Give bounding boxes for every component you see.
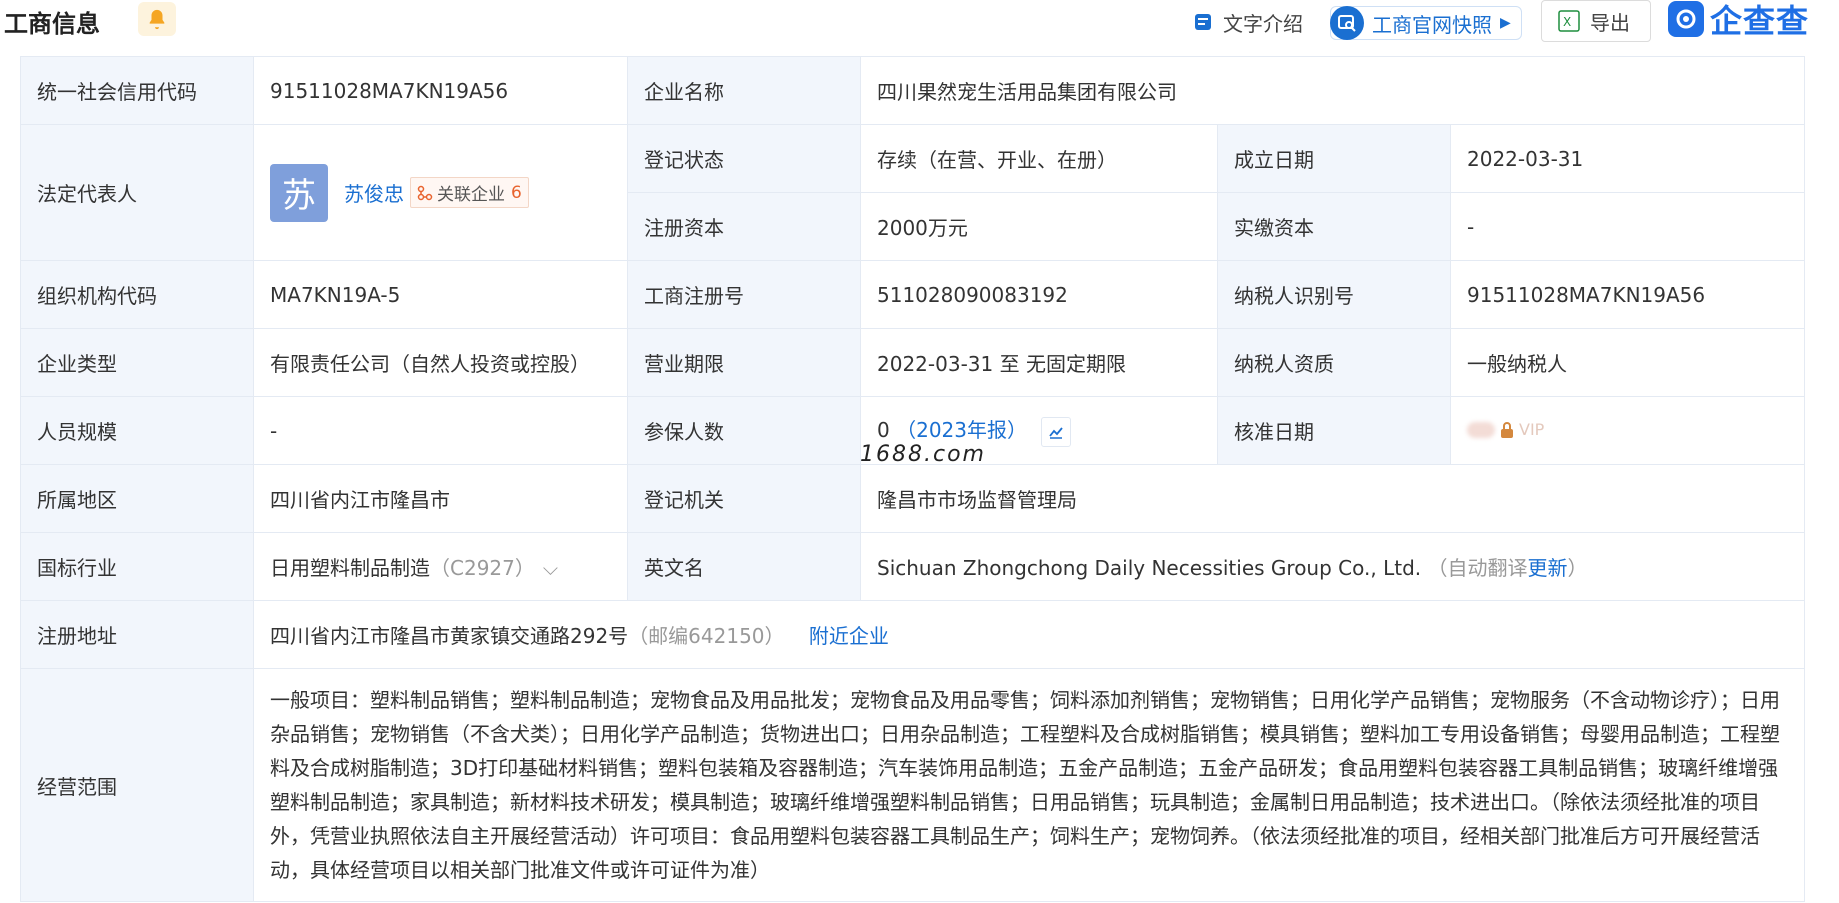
org-code-label: 组织机构代码 (20, 260, 254, 329)
lock-icon (1501, 421, 1513, 438)
table-row: 组织机构代码 MA7KN19A-5 工商注册号 511028090083192 … (20, 260, 1805, 329)
update-link[interactable]: 更新 (1527, 556, 1567, 580)
authority-label: 登记机关 (627, 464, 861, 533)
address-cell: 四川省内江市隆昌市黄家镇交通路292号（邮编642150） 附近企业 (253, 600, 1805, 669)
blurred-value (1467, 421, 1495, 438)
approved-cell: VIP (1450, 396, 1805, 465)
table-row: 经营范围 一般项目：塑料制品销售；塑料制品制造；宠物食品及用品批发；宠物食品及用… (20, 668, 1805, 902)
english-label: 英文名 (627, 532, 861, 601)
company-name-label: 企业名称 (627, 56, 861, 125)
excel-icon: X (1558, 10, 1580, 32)
type-value: 有限责任公司（自然人投资或控股） (253, 328, 628, 397)
table-row: 所属地区 四川省内江市隆昌市 登记机关 隆昌市市场监督管理局 (20, 464, 1805, 533)
org-code-value: MA7KN19A-5 (253, 260, 628, 329)
credit-code-label: 统一社会信用代码 (20, 56, 254, 125)
address-label: 注册地址 (20, 600, 254, 669)
section-header: 工商信息 文字介绍 工商官网快照 ▶ X 导出 企查查 (0, 0, 1839, 50)
vip-label: VIP (1519, 420, 1545, 439)
region-value: 四川省内江市隆昌市 (253, 464, 628, 533)
approved-label: 核准日期 (1217, 396, 1451, 465)
legal-rep-label: 法定代表人 (20, 124, 254, 261)
snapshot-icon (1330, 6, 1364, 40)
paid-capital-label: 实缴资本 (1217, 192, 1451, 261)
industry-label: 国标行业 (20, 532, 254, 601)
insured-year-link[interactable]: （2023年报） (896, 418, 1027, 442)
paid-capital-value: - (1450, 192, 1805, 261)
table-row: 法定代表人 苏 苏俊忠 关联企业 6 登记状态 存续（在营、开业、在册） 成立日… (20, 124, 1805, 261)
legal-rep-block: 苏 苏俊忠 关联企业 6 (270, 163, 611, 222)
tax-qual-label: 纳税人资质 (1217, 328, 1451, 397)
avatar[interactable]: 苏 (270, 163, 328, 222)
section-title: 工商信息 (4, 10, 100, 38)
staff-label: 人员规模 (20, 396, 254, 465)
text-intro-label: 文字介绍 (1223, 11, 1303, 36)
legal-rep-name-link[interactable]: 苏俊忠 (344, 178, 404, 207)
authority-value: 隆昌市市场监督管理局 (860, 464, 1805, 533)
table-row: 国标行业 日用塑料制品制造（C2927） ⌵ 英文名 Sichuan Zhongc… (20, 532, 1805, 601)
founded-value: 2022-03-31 (1450, 124, 1805, 193)
text-intro-button[interactable]: 文字介绍 (1193, 6, 1303, 38)
reg-capital-value: 2000万元 (860, 192, 1218, 261)
table-row: 注册地址 四川省内江市隆昌市黄家镇交通路292号（邮编642150） 附近企业 (20, 600, 1805, 669)
term-value: 2022-03-31 至 无固定期限 (860, 328, 1218, 397)
logo-icon (1668, 1, 1704, 37)
english-cell: Sichuan Zhongchong Daily Necessities Gro… (860, 532, 1805, 601)
qichacha-logo: 企查查 (1668, 0, 1809, 40)
reg-capital-label: 注册资本 (627, 192, 861, 261)
postcode: （邮编642150） (628, 624, 785, 648)
document-icon (1195, 14, 1211, 30)
english-value: Sichuan Zhongchong Daily Necessities Gro… (877, 556, 1422, 580)
chevron-down-icon[interactable]: ⌵ (543, 556, 558, 580)
svg-text:X: X (1563, 15, 1571, 29)
scope-label: 经营范围 (20, 668, 254, 902)
biz-reg-no-value: 511028090083192 (860, 260, 1218, 329)
related-count: 6 (511, 182, 522, 203)
watermark: 1688.com (860, 442, 986, 467)
export-label: 导出 (1590, 10, 1630, 35)
company-name-value: 四川果然宠生活用品集团有限公司 (860, 56, 1805, 125)
scope-value: 一般项目：塑料制品销售；塑料制品制造；宠物食品及用品批发；宠物食品及用品零售；饲… (253, 668, 1805, 902)
address-value: 四川省内江市隆昌市黄家镇交通路292号 (270, 624, 629, 648)
auto-translate-note: （自动翻译 (1427, 556, 1528, 580)
table-row: 企业类型 有限责任公司（自然人投资或控股） 营业期限 2022-03-31 至 … (20, 328, 1805, 397)
term-label: 营业期限 (627, 328, 861, 397)
chevron-right-icon: ▶ (1500, 15, 1511, 31)
founded-label: 成立日期 (1217, 124, 1451, 193)
industry-code: （C2927） (430, 556, 535, 580)
insured-label: 参保人数 (627, 396, 861, 465)
auto-translate-note-close: ） (1567, 556, 1588, 580)
legal-rep-cell: 苏 苏俊忠 关联企业 6 (253, 124, 628, 261)
table-row: 统一社会信用代码 91511028MA7KN19A56 企业名称 四川果然宠生活… (20, 56, 1805, 125)
trend-chart-icon[interactable] (1041, 416, 1072, 447)
related-label: 关联企业 (437, 185, 505, 205)
network-icon (417, 185, 433, 200)
credit-code-value: 91511028MA7KN19A56 (253, 56, 628, 125)
vip-locked-value[interactable]: VIP (1467, 420, 1544, 439)
logo-text: 企查查 (1710, 2, 1810, 40)
type-label: 企业类型 (20, 328, 254, 397)
bell-icon[interactable] (138, 2, 176, 36)
biz-reg-no-label: 工商注册号 (627, 260, 861, 329)
taxpayer-id-value: 91511028MA7KN19A56 (1450, 260, 1805, 329)
industry-value: 日用塑料制品制造 (270, 556, 430, 580)
official-snapshot-button[interactable]: 工商官网快照 ▶ (1330, 6, 1522, 40)
snapshot-label: 工商官网快照 (1372, 12, 1492, 37)
tax-qual-value: 一般纳税人 (1450, 328, 1805, 397)
reg-status-value: 存续（在营、开业、在册） (860, 124, 1218, 193)
staff-value: - (253, 396, 628, 465)
industry-cell[interactable]: 日用塑料制品制造（C2927） ⌵ (253, 532, 628, 601)
taxpayer-id-label: 纳税人识别号 (1217, 260, 1451, 329)
business-info-table: 统一社会信用代码 91511028MA7KN19A56 企业名称 四川果然宠生活… (20, 56, 1805, 902)
insured-value: 0 (877, 418, 890, 443)
nearby-companies-link[interactable]: 附近企业 (809, 624, 889, 648)
reg-status-label: 登记状态 (627, 124, 861, 193)
region-label: 所属地区 (20, 464, 254, 533)
related-companies-tag[interactable]: 关联企业 6 (410, 177, 529, 208)
export-button[interactable]: X 导出 (1541, 0, 1651, 42)
